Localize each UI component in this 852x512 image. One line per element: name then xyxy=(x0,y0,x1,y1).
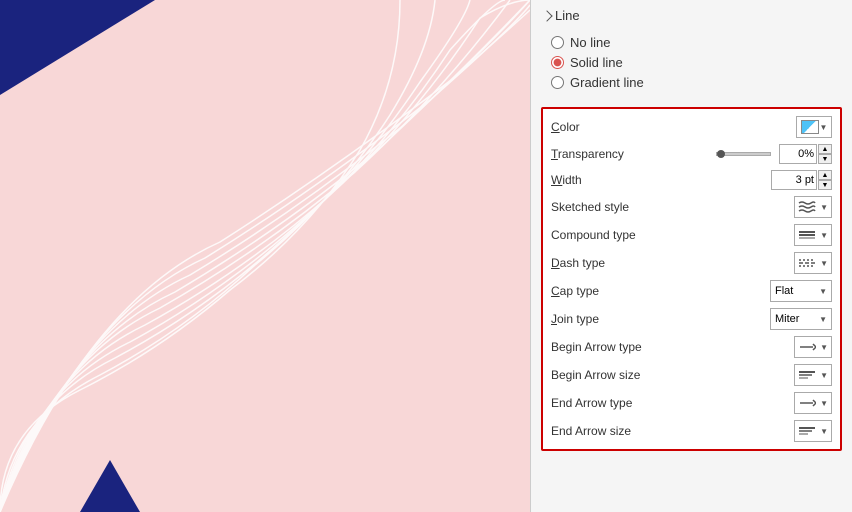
end-arrow-size-icon xyxy=(798,424,816,438)
end-arrow-size-row: End Arrow size ▼ xyxy=(543,417,840,445)
width-control: ▲ ▼ xyxy=(771,170,832,190)
transparency-row: Transparency ▲ ▼ xyxy=(543,141,840,167)
begin-arrow-size-row: Begin Arrow size ▼ xyxy=(543,361,840,389)
color-dropdown-arrow: ▼ xyxy=(820,123,828,132)
right-panel: Line No line Solid line Gradient line Co… xyxy=(530,0,852,512)
transparency-increment[interactable]: ▲ xyxy=(818,144,832,154)
transparency-label: Transparency xyxy=(551,147,716,161)
slider-thumb[interactable] xyxy=(717,150,725,158)
compound-type-label: Compound type xyxy=(551,228,794,242)
color-swatch xyxy=(801,120,819,134)
end-arrow-type-row: End Arrow type ▼ xyxy=(543,389,840,417)
begin-arrow-size-control: ▼ xyxy=(794,364,832,386)
cap-type-select[interactable]: Flat ▼ xyxy=(770,280,832,302)
solid-line-label: Solid line xyxy=(570,55,623,70)
cap-type-row: Cap type Flat ▼ xyxy=(543,277,840,305)
end-arrow-type-arrow: ▼ xyxy=(820,399,828,408)
compound-type-button[interactable]: ▼ xyxy=(794,224,832,246)
end-arrow-size-label: End Arrow size xyxy=(551,424,794,438)
join-type-arrow: ▼ xyxy=(819,315,827,324)
color-picker-button[interactable]: ▼ xyxy=(796,116,832,138)
compound-type-control: ▼ xyxy=(794,224,832,246)
end-arrow-type-button[interactable]: ▼ xyxy=(794,392,832,414)
color-control: ▼ xyxy=(796,116,832,138)
sketched-style-arrow: ▼ xyxy=(820,203,828,212)
join-type-row: Join type Miter ▼ xyxy=(543,305,840,333)
width-increment[interactable]: ▲ xyxy=(818,170,832,180)
transparency-control: ▲ ▼ xyxy=(716,144,832,164)
end-arrow-size-arrow: ▼ xyxy=(820,427,828,436)
line-type-radio-group: No line Solid line Gradient line xyxy=(531,31,852,103)
sketched-style-label: Sketched style xyxy=(551,200,794,214)
begin-arrow-size-icon xyxy=(798,368,816,382)
gradient-line-radio-item[interactable]: Gradient line xyxy=(551,75,832,90)
dash-type-label: Dash type xyxy=(551,256,794,270)
end-arrow-size-control: ▼ xyxy=(794,420,832,442)
arcs-decoration xyxy=(0,0,530,512)
width-row: Width ▲ ▼ xyxy=(543,167,840,193)
end-arrow-type-icon xyxy=(798,396,816,410)
gradient-line-label: Gradient line xyxy=(570,75,644,90)
solid-line-radio-item[interactable]: Solid line xyxy=(551,55,832,70)
solid-line-radio[interactable] xyxy=(551,56,564,69)
compound-type-icon xyxy=(798,228,816,242)
gradient-line-radio[interactable] xyxy=(551,76,564,89)
join-type-value: Miter xyxy=(775,313,799,325)
line-properties-box: Color ▼ Transparency ▲ xyxy=(541,107,842,451)
width-decrement[interactable]: ▼ xyxy=(818,180,832,190)
dash-type-button[interactable]: ▼ xyxy=(794,252,832,274)
cap-type-arrow: ▼ xyxy=(819,287,827,296)
section-chevron-icon xyxy=(541,10,552,21)
end-arrow-type-label: End Arrow type xyxy=(551,396,794,410)
begin-arrow-type-icon xyxy=(798,340,816,354)
dash-type-row: Dash type ▼ xyxy=(543,249,840,277)
sketched-style-button[interactable]: ▼ xyxy=(794,196,832,218)
begin-arrow-type-row: Begin Arrow type ▼ xyxy=(543,333,840,361)
no-line-radio-item[interactable]: No line xyxy=(551,35,832,50)
join-type-control: Miter ▼ xyxy=(770,308,832,330)
sketched-style-row: Sketched style ▼ xyxy=(543,193,840,221)
transparency-spinner: ▲ ▼ xyxy=(818,144,832,164)
end-arrow-type-control: ▼ xyxy=(794,392,832,414)
begin-arrow-type-button[interactable]: ▼ xyxy=(794,336,832,358)
width-input[interactable] xyxy=(771,170,817,190)
join-type-label: Join type xyxy=(551,312,770,326)
compound-type-row: Compound type ▼ xyxy=(543,221,840,249)
begin-arrow-type-arrow: ▼ xyxy=(820,343,828,352)
color-row: Color ▼ xyxy=(543,113,840,141)
no-line-radio[interactable] xyxy=(551,36,564,49)
sketched-style-control: ▼ xyxy=(794,196,832,218)
cap-type-value: Flat xyxy=(775,285,793,297)
transparency-slider[interactable] xyxy=(716,152,771,156)
begin-arrow-size-button[interactable]: ▼ xyxy=(794,364,832,386)
width-label: Width xyxy=(551,173,771,187)
transparency-input[interactable] xyxy=(779,144,817,164)
compound-type-arrow: ▼ xyxy=(820,231,828,240)
cap-type-control: Flat ▼ xyxy=(770,280,832,302)
dash-type-arrow: ▼ xyxy=(820,259,828,268)
dash-type-icon xyxy=(798,256,816,270)
sketched-style-icon xyxy=(798,200,816,214)
cap-type-label: Cap type xyxy=(551,284,770,298)
begin-arrow-size-arrow: ▼ xyxy=(820,371,828,380)
dash-type-control: ▼ xyxy=(794,252,832,274)
width-spinner: ▲ ▼ xyxy=(818,170,832,190)
transparency-decrement[interactable]: ▼ xyxy=(818,154,832,164)
canvas xyxy=(0,0,530,512)
end-arrow-size-button[interactable]: ▼ xyxy=(794,420,832,442)
line-section-header[interactable]: Line xyxy=(531,0,852,31)
begin-arrow-type-label: Begin Arrow type xyxy=(551,340,794,354)
color-label: Color xyxy=(551,120,796,134)
no-line-label: No line xyxy=(570,35,610,50)
begin-arrow-type-control: ▼ xyxy=(794,336,832,358)
section-title: Line xyxy=(555,8,580,23)
begin-arrow-size-label: Begin Arrow size xyxy=(551,368,794,382)
transparency-input-wrapper: ▲ ▼ xyxy=(779,144,832,164)
join-type-select[interactable]: Miter ▼ xyxy=(770,308,832,330)
